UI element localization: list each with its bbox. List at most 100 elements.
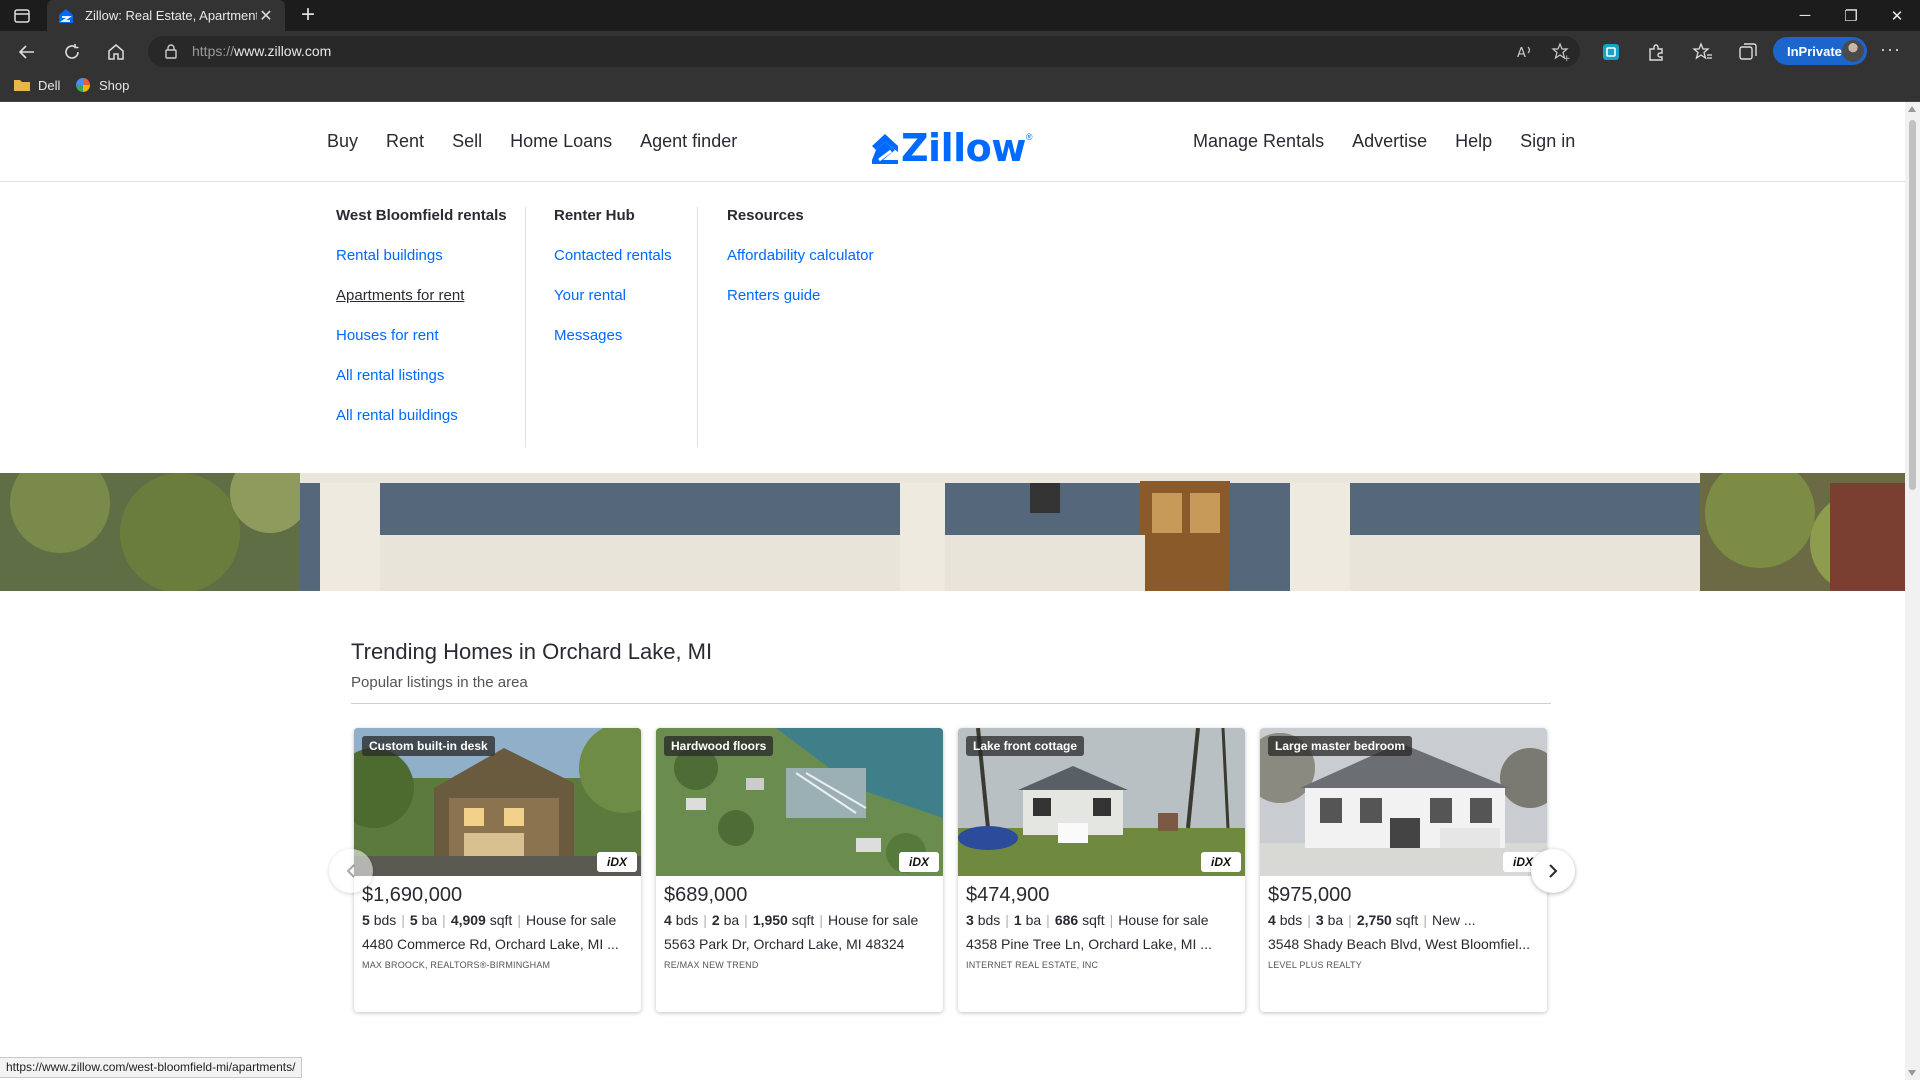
section-title: Trending Homes in Orchard Lake, MI — [351, 639, 713, 664]
refresh-icon[interactable] — [59, 39, 85, 65]
listing-photo[interactable]: Hardwood floors iDX — [656, 728, 943, 876]
listing-facts: 4 bds | 3 ba | 2,750 sqft | New ... — [1268, 912, 1476, 928]
more-options-icon[interactable]: ··· — [1880, 39, 1901, 60]
listing-card[interactable]: Hardwood floors iDX $689,000 4 bds | 2 ba |… — [656, 728, 943, 1012]
listing-card[interactable]: Lake front cottage iDX $474,900 3 bds | 1 … — [958, 728, 1245, 1012]
listing-address[interactable]: 5563 Park Dr, Orchard Lake, MI 48324 — [664, 936, 936, 952]
logo-registered-mark: ® — [1025, 132, 1033, 142]
favorites-icon[interactable] — [1692, 41, 1714, 63]
address-bar[interactable]: https://www.zillow.com A + — [148, 36, 1580, 67]
minimize-icon[interactable]: ─ — [1782, 0, 1828, 31]
nav-sign-in[interactable]: Sign in — [1520, 131, 1575, 152]
carousel-next-button[interactable] — [1531, 849, 1575, 893]
sqft-value: 4,909 — [450, 912, 486, 928]
beds-label: bds — [977, 912, 1001, 928]
nav-home-loans[interactable]: Home Loans — [510, 131, 612, 152]
lock-icon[interactable] — [164, 43, 178, 59]
listing-badge: Custom built-in desk — [362, 736, 495, 756]
extensions-puzzle-icon[interactable] — [1645, 41, 1667, 63]
menu-link-all-rental-listings[interactable]: All rental listings — [336, 367, 507, 385]
beds-count: 4 — [1268, 912, 1276, 928]
sqft-label: sqft — [1082, 912, 1105, 928]
add-favorite-icon[interactable]: + — [1551, 42, 1571, 62]
listing-badge: Hardwood floors — [664, 736, 774, 756]
sqft-label: sqft — [489, 912, 513, 928]
section-divider — [351, 703, 1551, 704]
nav-help[interactable]: Help — [1455, 131, 1492, 152]
beds-count: 5 — [362, 912, 370, 928]
nav-sell[interactable]: Sell — [452, 131, 482, 152]
listing-badge: Large master bedroom — [1268, 736, 1413, 756]
nav-agent-finder[interactable]: Agent finder — [640, 131, 737, 152]
listing-card[interactable]: Custom built-in desk iDX $1,690,000 5 bd… — [354, 728, 641, 1012]
menu-link-your-rental[interactable]: Your rental — [554, 287, 672, 305]
beds-label: bds — [675, 912, 699, 928]
active-tab[interactable]: Zillow: Real Estate, Apartments, M ✕ — [47, 0, 285, 31]
baths-count: 5 — [409, 912, 418, 928]
new-tab-icon[interactable]: + — [296, 3, 320, 27]
listing-status: House for sale — [827, 912, 919, 928]
extension-icon[interactable] — [1600, 41, 1622, 63]
url-text[interactable]: https://www.zillow.com — [192, 43, 331, 59]
scroll-thumb[interactable] — [1909, 120, 1916, 490]
menu-divider — [697, 207, 698, 447]
rent-dropdown-menu: West Bloomfield rentals Rental buildings… — [0, 183, 1905, 473]
listing-address[interactable]: 4358 Pine Tree Ln, Orchard Lake, MI ... — [966, 936, 1238, 952]
shop-icon — [76, 78, 90, 92]
favorite-dell[interactable]: Dell — [13, 77, 60, 93]
scroll-down-arrow[interactable] — [1908, 1070, 1916, 1076]
tab-title: Zillow: Real Estate, Apartments, M — [85, 8, 257, 23]
hero-banner-image — [0, 473, 1905, 591]
beds-label: bds — [373, 912, 397, 928]
listing-address[interactable]: 4480 Commerce Rd, Orchard Lake, MI ... — [362, 936, 634, 952]
listing-address[interactable]: 3548 Shady Beach Blvd, West Bloomfiel... — [1268, 936, 1540, 952]
favorite-shop[interactable]: Shop — [74, 77, 129, 93]
sqft-label: sqft — [1395, 912, 1419, 928]
baths-count: 2 — [711, 912, 720, 928]
restore-icon[interactable]: ❐ — [1828, 0, 1874, 31]
baths-count: 1 — [1013, 912, 1022, 928]
nav-rent[interactable]: Rent — [386, 131, 424, 152]
menu-link-all-rental-buildings[interactable]: All rental buildings — [336, 407, 507, 425]
menu-column-resources: Resources Affordability calculator Rente… — [727, 207, 873, 327]
nav-manage-rentals[interactable]: Manage Rentals — [1193, 131, 1324, 152]
menu-heading: Renter Hub — [554, 207, 635, 224]
idx-logo: iDX — [899, 852, 939, 872]
menu-link-contacted-rentals[interactable]: Contacted rentals — [554, 247, 672, 265]
tab-close-icon[interactable]: ✕ — [257, 6, 275, 26]
inprivate-button[interactable]: InPrivate — [1773, 37, 1867, 65]
close-window-icon[interactable]: ✕ — [1874, 0, 1920, 31]
menu-link-rental-buildings[interactable]: Rental buildings — [336, 247, 507, 265]
site-header: Buy Rent Sell Home Loans Agent finder Zi… — [0, 102, 1905, 182]
listing-photo[interactable]: Lake front cottage iDX — [958, 728, 1245, 876]
scroll-up-arrow[interactable] — [1908, 106, 1916, 112]
chevron-left-icon — [346, 864, 355, 878]
nav-buy[interactable]: Buy — [327, 131, 358, 152]
primary-nav: Buy Rent Sell Home Loans Agent finder — [327, 131, 737, 152]
window-controls: ─ ❐ ✕ — [1782, 0, 1920, 31]
beds-count: 4 — [664, 912, 672, 928]
tab-actions-icon[interactable] — [12, 6, 32, 26]
listing-card[interactable]: Large master bedroom iDX $975,000 4 bds |… — [1260, 728, 1547, 1012]
back-icon[interactable] — [14, 39, 40, 65]
browser-toolbar: https://www.zillow.com A + InPrivate ··· — [0, 31, 1920, 71]
idx-logo: iDX — [597, 852, 637, 872]
carousel-prev-button[interactable] — [329, 849, 373, 893]
menu-link-affordability-calculator[interactable]: Affordability calculator — [727, 247, 873, 265]
menu-link-houses-for-rent[interactable]: Houses for rent — [336, 327, 507, 345]
menu-link-messages[interactable]: Messages — [554, 327, 672, 345]
home-icon[interactable] — [103, 39, 129, 65]
nav-advertise[interactable]: Advertise — [1352, 131, 1427, 152]
read-aloud-icon[interactable]: A — [1515, 42, 1535, 62]
listing-badge: Lake front cottage — [966, 736, 1085, 756]
beds-label: bds — [1279, 912, 1303, 928]
vertical-scrollbar[interactable] — [1905, 102, 1920, 1080]
page-viewport: Buy Rent Sell Home Loans Agent finder Zi… — [0, 102, 1905, 1080]
zillow-logo[interactable]: Zillow ® — [869, 126, 1032, 170]
listing-photo[interactable]: Large master bedroom iDX — [1260, 728, 1547, 876]
listing-price: $975,000 — [1268, 884, 1352, 906]
listing-photo[interactable]: Custom built-in desk iDX — [354, 728, 641, 876]
menu-link-renters-guide[interactable]: Renters guide — [727, 287, 873, 305]
menu-link-apartments-for-rent[interactable]: Apartments for rent — [336, 287, 507, 305]
collections-icon[interactable] — [1737, 41, 1759, 63]
